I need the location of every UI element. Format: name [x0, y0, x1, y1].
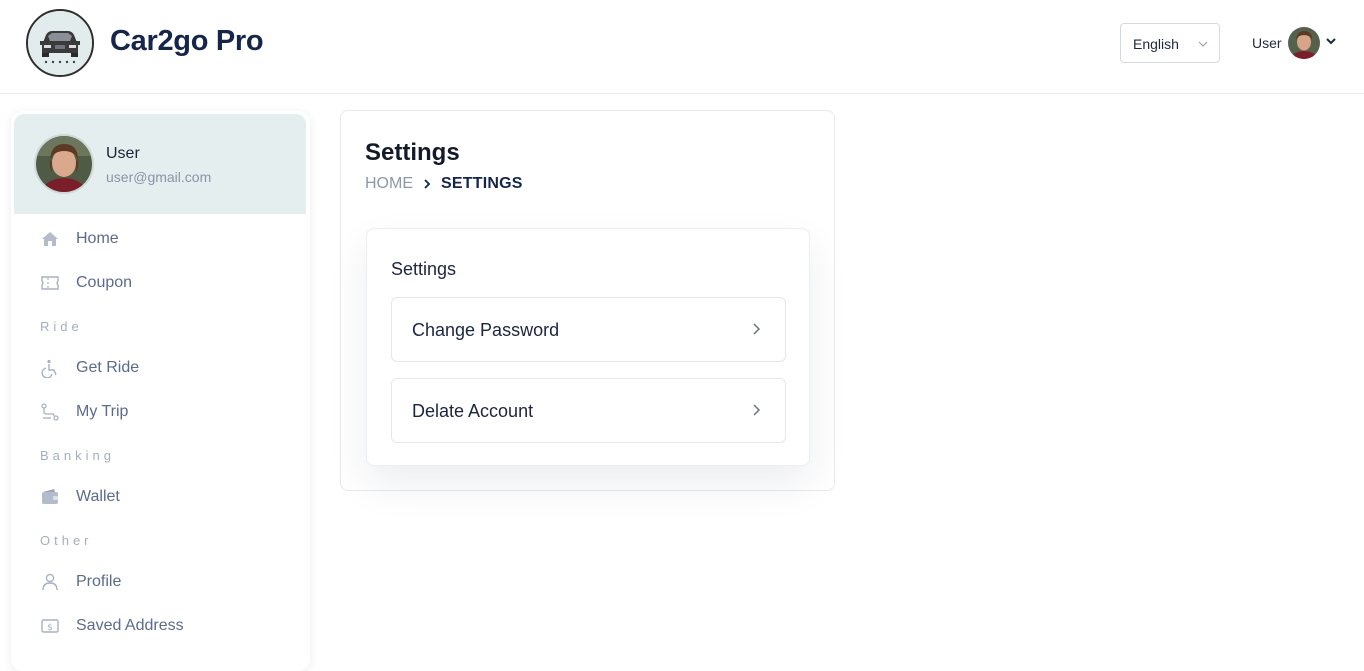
language-select[interactable]: English: [1120, 23, 1220, 63]
nav-section-other: Other: [40, 533, 93, 548]
user-icon: [39, 571, 61, 593]
sidebar-item-label: Saved Address: [76, 617, 184, 634]
chevron-right-icon: [749, 403, 763, 422]
row-label: Delate Account: [412, 401, 534, 421]
user-menu[interactable]: User: [1252, 26, 1338, 60]
sidebar: User user@gmail.com Home Coupon Ride Get…: [11, 111, 310, 671]
sidebar-item-profile[interactable]: Profile: [39, 567, 121, 597]
app-logo[interactable]: [26, 9, 94, 77]
chevron-right-icon: [421, 178, 433, 190]
coupon-icon: [39, 272, 61, 294]
settings-card: Settings HOME SETTINGS Settings Change P…: [340, 110, 835, 491]
profile-name: User: [106, 145, 140, 162]
sidebar-profile-card[interactable]: User user@gmail.com: [14, 114, 306, 214]
delete-account-button[interactable]: Delate Account: [391, 378, 786, 443]
settings-panel: Settings Change Password Delate Account: [366, 228, 810, 466]
nav-section-ride: Ride: [40, 319, 83, 334]
car-logo-icon: [28, 11, 92, 75]
route-icon: [39, 401, 61, 423]
sidebar-item-label: Profile: [76, 573, 122, 590]
sidebar-item-label: Coupon: [76, 274, 133, 291]
svg-text:$: $: [47, 623, 53, 633]
sidebar-item-my-trip[interactable]: My Trip: [39, 397, 128, 427]
wallet-icon: [39, 486, 61, 508]
sidebar-item-label: Wallet: [76, 488, 120, 505]
chevron-down-icon: [1324, 34, 1338, 53]
sidebar-item-wallet[interactable]: Wallet: [39, 482, 120, 512]
avatar: [1287, 27, 1320, 59]
avatar: [34, 134, 94, 194]
wheelchair-icon: [39, 357, 61, 379]
breadcrumb-home-link[interactable]: HOME: [365, 175, 413, 193]
page-title: Settings: [365, 139, 460, 166]
profile-email: user@gmail.com: [106, 169, 212, 185]
sidebar-item-label: Get Ride: [76, 359, 140, 376]
nav-section-banking: Banking: [40, 448, 115, 463]
top-header: Car2go Pro English User: [0, 0, 1364, 94]
chevron-down-icon: [1197, 37, 1209, 55]
change-password-button[interactable]: Change Password: [391, 297, 786, 362]
brand-name: Car2go Pro: [110, 25, 264, 57]
breadcrumb: HOME SETTINGS: [365, 175, 523, 193]
language-value: English: [1133, 36, 1179, 52]
row-label: Change Password: [412, 320, 560, 340]
chevron-right-icon: [749, 322, 763, 341]
sidebar-item-label: My Trip: [76, 403, 129, 420]
dollar-tag-icon: $: [39, 615, 61, 637]
sidebar-item-get-ride[interactable]: Get Ride: [39, 353, 139, 383]
user-menu-label: User: [1252, 35, 1282, 51]
home-icon: [39, 228, 61, 250]
sidebar-item-saved-address[interactable]: $ Saved Address: [39, 611, 184, 641]
sidebar-item-coupon[interactable]: Coupon: [39, 268, 132, 298]
sidebar-item-label: Home: [76, 230, 119, 247]
panel-title: Settings: [391, 259, 457, 279]
breadcrumb-current: SETTINGS: [441, 175, 523, 192]
sidebar-item-home[interactable]: Home: [39, 224, 119, 254]
